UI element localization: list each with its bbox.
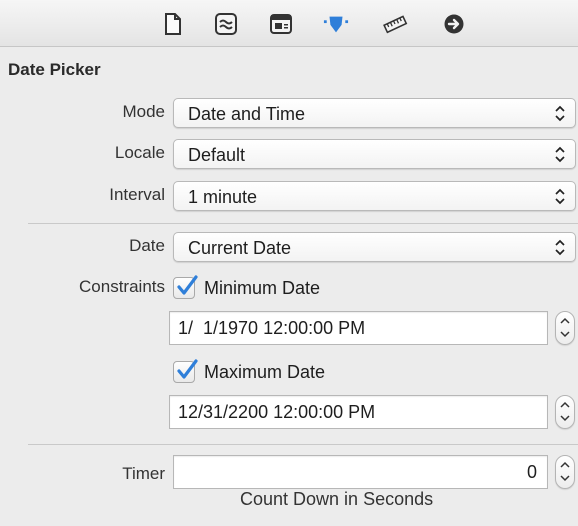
- connections-inspector-icon[interactable]: [441, 11, 467, 37]
- timer-caption: Count Down in Seconds: [240, 489, 434, 509]
- timer-stepper[interactable]: [555, 455, 575, 489]
- locale-label: Locale: [114, 143, 165, 162]
- mode-value: Date and Time: [188, 104, 306, 124]
- chevron-down-icon: [560, 415, 570, 422]
- minimum-date-label: Minimum Date: [204, 277, 321, 298]
- maximum-date-label: Maximum Date: [204, 361, 326, 382]
- chevron-down-icon: [560, 331, 570, 338]
- minimum-date-checkbox[interactable]: [173, 275, 198, 299]
- timer-field[interactable]: [173, 455, 548, 489]
- minimum-date-field[interactable]: [169, 311, 548, 345]
- chevron-up-icon: [560, 317, 570, 324]
- stepper-up-button[interactable]: [556, 312, 574, 328]
- popup-arrows-icon: [555, 146, 565, 163]
- maximum-date-checkbox-row[interactable]: Maximum Date: [173, 359, 325, 385]
- popup-arrows-icon: [555, 239, 565, 256]
- chevron-up-icon: [560, 401, 570, 408]
- separator: [28, 223, 578, 224]
- maximum-date-input[interactable]: [170, 396, 547, 428]
- maximum-date-field[interactable]: [169, 395, 548, 429]
- timer-label: Timer: [122, 464, 165, 483]
- minimum-date-input[interactable]: [170, 312, 547, 344]
- chevron-down-icon: [560, 475, 570, 482]
- mode-label: Mode: [122, 102, 165, 121]
- minimum-date-checkbox-row[interactable]: Minimum Date: [173, 275, 320, 301]
- checkmark-icon: [177, 359, 198, 379]
- date-popup[interactable]: Current Date: [173, 232, 576, 262]
- checkmark-icon: [177, 275, 198, 295]
- identity-inspector-icon[interactable]: [268, 11, 294, 37]
- section-title: Date Picker: [8, 60, 101, 79]
- attributes-inspector-icon[interactable]: [323, 11, 349, 37]
- constraints-label: Constraints: [79, 277, 165, 296]
- interval-value: 1 minute: [188, 187, 258, 207]
- stepper-up-button[interactable]: [556, 456, 574, 472]
- file-inspector-icon[interactable]: [160, 11, 186, 37]
- locale-popup[interactable]: Default: [173, 139, 576, 169]
- locale-value: Default: [188, 145, 246, 165]
- popup-arrows-icon: [555, 188, 565, 205]
- maximum-date-checkbox[interactable]: [173, 359, 198, 383]
- interval-popup[interactable]: 1 minute: [173, 181, 576, 211]
- stepper-up-button[interactable]: [556, 396, 574, 412]
- quick-help-icon[interactable]: [213, 11, 239, 37]
- timer-input[interactable]: [174, 456, 547, 488]
- interval-label: Interval: [109, 185, 165, 204]
- inspector-toolbar: [0, 0, 578, 47]
- date-label: Date: [129, 236, 165, 255]
- minimum-date-stepper[interactable]: [555, 311, 575, 345]
- chevron-up-icon: [560, 461, 570, 468]
- maximum-date-stepper[interactable]: [555, 395, 575, 429]
- stepper-down-button[interactable]: [556, 412, 574, 428]
- separator: [28, 444, 578, 445]
- popup-arrows-icon: [555, 105, 565, 122]
- stepper-down-button[interactable]: [556, 328, 574, 344]
- date-value: Current Date: [188, 238, 292, 258]
- stepper-down-button[interactable]: [556, 472, 574, 488]
- mode-popup[interactable]: Date and Time: [173, 98, 576, 128]
- size-inspector-icon[interactable]: [382, 11, 408, 37]
